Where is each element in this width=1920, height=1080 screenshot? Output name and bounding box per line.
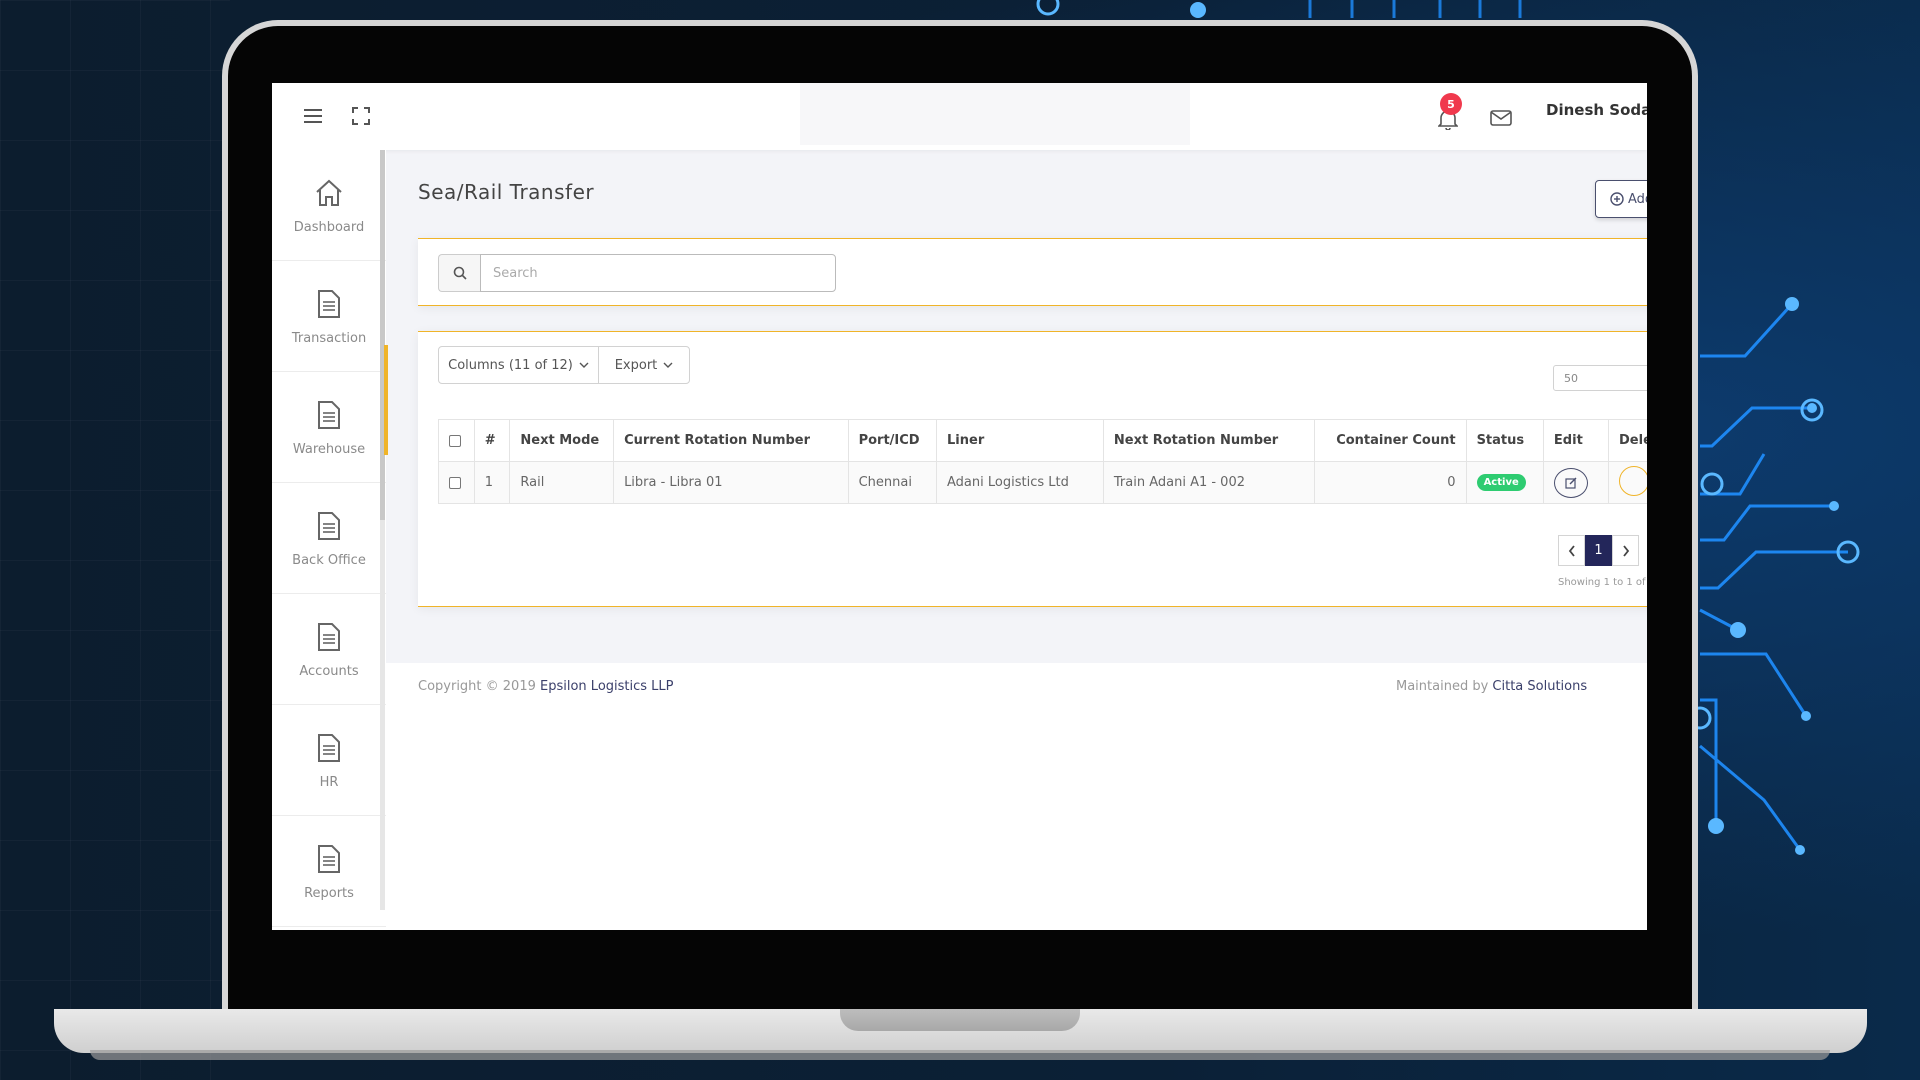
sidebar: Dashboard Transaction Warehouse Back Off… — [272, 150, 386, 930]
sidebar-item-label: Accounts — [299, 663, 359, 679]
document-icon — [314, 620, 344, 654]
sidebar-active-indicator — [384, 345, 388, 455]
table-card: Columns (11 of 12) Export 50 # Next Mode… — [418, 331, 1647, 607]
document-icon — [314, 509, 344, 543]
cell-delete — [1608, 461, 1647, 504]
edit-icon — [1565, 477, 1577, 489]
laptop-base-shadow — [90, 1050, 1830, 1060]
search-card — [418, 238, 1647, 306]
prev-page-button[interactable] — [1558, 535, 1585, 566]
export-dropdown[interactable]: Export — [598, 346, 690, 384]
cell-liner: Adani Logistics Ltd — [936, 461, 1104, 504]
add-button[interactable]: Add — [1595, 180, 1647, 218]
column-header[interactable]: Status — [1466, 419, 1544, 462]
column-header[interactable]: Next Rotation Number — [1103, 419, 1315, 462]
delete-button[interactable] — [1619, 465, 1647, 496]
column-header[interactable]: Port/ICD — [848, 419, 938, 462]
cell-status: Active — [1466, 461, 1544, 504]
edit-button[interactable] — [1553, 467, 1588, 498]
select-all-checkbox-cell — [438, 419, 475, 462]
document-icon — [314, 398, 344, 432]
sidebar-item-back-office[interactable]: Back Office — [272, 483, 386, 594]
column-header[interactable]: Liner — [936, 419, 1104, 462]
sidebar-item-label: Back Office — [292, 552, 366, 568]
page-title: Sea/Rail Transfer — [418, 180, 595, 204]
cell-index: 1 — [474, 461, 511, 504]
add-button-label: Add — [1628, 191, 1647, 207]
user-name[interactable]: Dinesh Sodani — [1546, 101, 1647, 119]
table-row[interactable]: 1 Rail Libra - Libra 01 Chennai Adani Lo… — [438, 461, 1647, 504]
chevron-down-icon — [663, 362, 673, 368]
pagination-info: Showing 1 to 1 of 1 — [1558, 577, 1647, 588]
sidebar-item-label: Dashboard — [293, 219, 365, 235]
plus-circle-icon — [1610, 192, 1624, 206]
footer-maintainer: Maintained by Citta Solutions — [1396, 679, 1587, 694]
maintainer-link[interactable]: Citta Solutions — [1492, 679, 1587, 694]
cell-current-rotation: Libra - Libra 01 — [613, 461, 849, 504]
columns-dropdown-label: Columns (11 of 12) — [448, 357, 573, 373]
chevron-right-icon — [1622, 544, 1629, 557]
notification-badge: 5 — [1440, 93, 1462, 115]
sidebar-item-warehouse[interactable]: Warehouse — [272, 372, 386, 483]
mail-icon[interactable] — [1488, 105, 1514, 131]
document-icon — [314, 287, 344, 321]
chevron-left-icon — [1568, 544, 1575, 557]
row-checkbox-cell — [438, 461, 475, 504]
sidebar-item-label: Reports — [304, 885, 354, 901]
page-size-select[interactable]: 50 — [1553, 365, 1647, 391]
cell-container-count: 0 — [1314, 461, 1467, 504]
sidebar-item-reports[interactable]: Reports — [272, 816, 386, 927]
sidebar-item-label: HR — [319, 774, 339, 790]
document-icon — [314, 731, 344, 765]
footer: Copyright © 2019 Epsilon Logistics LLP M… — [386, 663, 1647, 713]
next-page-button[interactable] — [1612, 535, 1639, 566]
column-header[interactable]: Current Rotation Number — [613, 419, 849, 462]
sidebar-scrollbar-thumb[interactable] — [380, 150, 385, 520]
hamburger-menu-icon[interactable] — [302, 105, 324, 127]
data-table: # Next Mode Current Rotation Number Port… — [438, 419, 1647, 504]
cell-port: Chennai — [848, 461, 938, 504]
cell-edit — [1543, 461, 1610, 504]
sidebar-item-label: Transaction — [291, 330, 367, 346]
sidebar-item-accounts[interactable]: Accounts — [272, 594, 386, 705]
fullscreen-icon[interactable] — [350, 105, 372, 127]
footer-copyright: Copyright © 2019 Epsilon Logistics LLP — [418, 679, 674, 694]
sidebar-item-label: Warehouse — [292, 441, 366, 457]
column-header[interactable]: Delete — [1608, 419, 1647, 462]
status-badge: Active — [1476, 474, 1526, 491]
column-header[interactable]: # — [474, 419, 511, 462]
select-all-checkbox[interactable] — [449, 434, 461, 447]
search-input[interactable] — [480, 254, 836, 292]
pagination: 1 — [1558, 535, 1639, 566]
column-header[interactable]: Edit — [1543, 419, 1610, 462]
cell-next-mode: Rail — [509, 461, 615, 504]
home-icon — [314, 176, 344, 210]
laptop-notch — [840, 1009, 1080, 1031]
row-checkbox[interactable] — [449, 476, 461, 489]
column-header[interactable]: Container Count — [1314, 419, 1467, 462]
company-link[interactable]: Epsilon Logistics LLP — [540, 679, 673, 694]
columns-dropdown[interactable]: Columns (11 of 12) — [438, 346, 599, 384]
chevron-down-icon — [579, 362, 589, 368]
table-header-row: # Next Mode Current Rotation Number Port… — [438, 419, 1647, 462]
maintained-text: Maintained by — [1396, 679, 1489, 694]
content-blank-area — [386, 713, 1647, 930]
search-icon[interactable] — [438, 254, 480, 292]
sidebar-item-dashboard[interactable]: Dashboard — [272, 150, 386, 261]
copyright-text: Copyright © 2019 — [418, 679, 536, 694]
sidebar-item-hr[interactable]: HR — [272, 705, 386, 816]
column-header[interactable]: Next Mode — [509, 419, 615, 462]
export-dropdown-label: Export — [614, 357, 658, 373]
cell-next-rotation: Train Adani A1 - 002 — [1103, 461, 1315, 504]
page-button-current[interactable]: 1 — [1585, 535, 1612, 566]
app-screen: 5 Dinesh Sodani Dashboard Transaction Wa… — [272, 83, 1647, 930]
document-icon — [314, 842, 344, 876]
top-bar: 5 Dinesh Sodani — [272, 83, 1647, 150]
sidebar-item-transaction[interactable]: Transaction — [272, 261, 386, 372]
top-bar-blank — [800, 83, 1190, 145]
